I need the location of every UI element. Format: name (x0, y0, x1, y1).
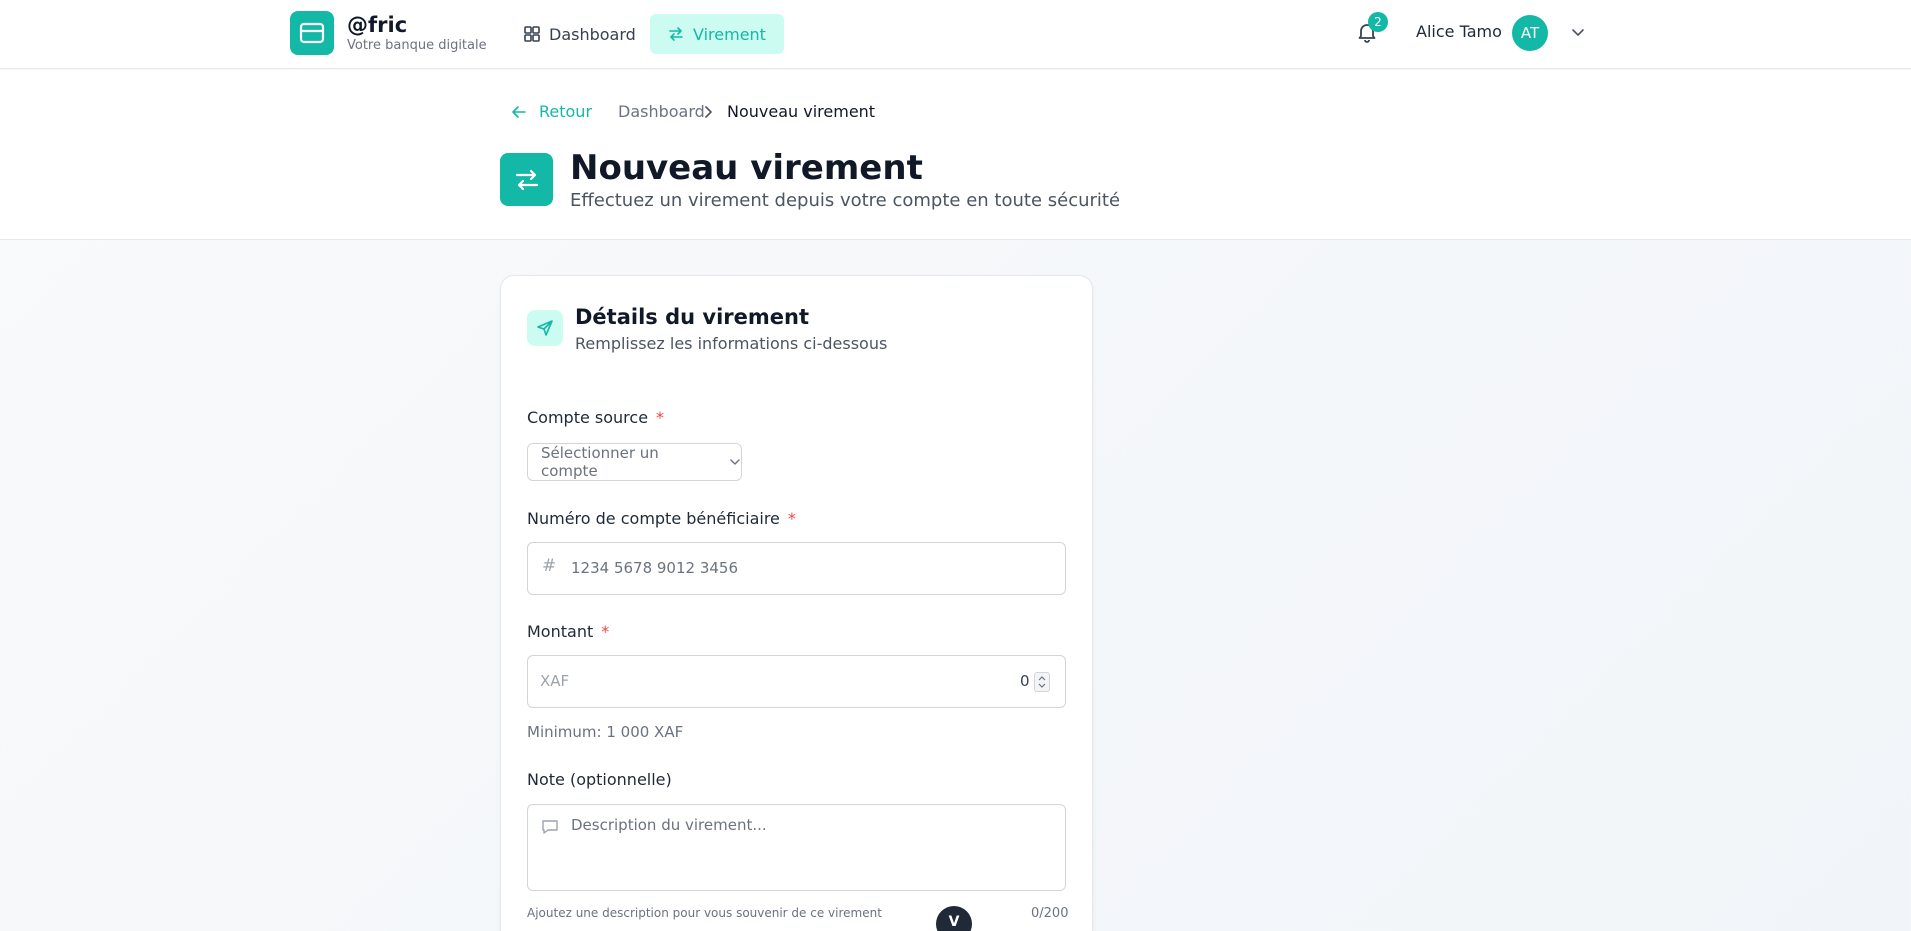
hash-icon: # (542, 556, 557, 576)
chevron-down-icon (1038, 683, 1046, 688)
amount-label-text: Montant (527, 622, 594, 641)
beneficiary-account-label: Numéro de compte bénéficiaire * (527, 509, 796, 528)
bank-card-logo-icon[interactable] (290, 11, 334, 55)
comment-icon (542, 820, 558, 834)
beneficiary-account-label-text: Numéro de compte bénéficiaire (527, 509, 780, 528)
note-label: Note (optionnelle) (527, 770, 672, 789)
form-title: Détails du virement (575, 305, 809, 329)
transfer-icon (500, 153, 553, 206)
page-subtitle: Effectuez un virement depuis votre compt… (570, 190, 1121, 211)
currency-prefix: XAF (540, 672, 570, 690)
source-account-label-text: Compte source (527, 408, 649, 427)
source-account-label: Compte source * (527, 408, 664, 427)
amount-stepper[interactable] (1034, 672, 1050, 692)
arrow-left-icon (512, 105, 526, 118)
amount-input[interactable] (527, 655, 1066, 708)
brand-tagline: Votre banque digitale (347, 38, 487, 53)
top-navbar (0, 0, 1911, 69)
back-link[interactable]: Retour (511, 102, 592, 121)
grid-icon (524, 26, 540, 42)
source-account-select[interactable]: Sélectionner un compte (527, 443, 742, 481)
amount-label: Montant * (527, 622, 609, 641)
note-placeholder: Description du virement... (571, 816, 767, 834)
nav-dashboard-label: Dashboard (549, 24, 636, 44)
required-mark: * (787, 509, 796, 528)
nav-dashboard-link[interactable]: Dashboard (506, 14, 654, 54)
note-char-counter: 0/200 (1031, 906, 1069, 921)
brand-name: @fric (347, 13, 408, 37)
chevron-right-icon (705, 106, 712, 118)
transfer-icon (669, 27, 683, 41)
chevron-down-icon (730, 459, 740, 465)
back-label: Retour (539, 102, 593, 121)
amount-value: 0 (1020, 672, 1030, 690)
notification-badge: 2 (1368, 12, 1388, 32)
source-account-placeholder: Sélectionner un compte (541, 444, 659, 480)
avatar[interactable]: AT (1512, 15, 1548, 51)
note-helper: Ajoutez une description pour vous souven… (527, 906, 882, 920)
form-subtitle: Remplissez les informations ci-dessous (575, 334, 888, 353)
page-title: Nouveau virement (570, 148, 923, 188)
chevron-up-icon (1038, 676, 1046, 681)
nav-virement-label: Virement (693, 24, 766, 44)
chevron-down-icon[interactable] (1570, 24, 1586, 40)
send-icon (527, 310, 563, 346)
page-header (0, 70, 1911, 240)
breadcrumb-current: Nouveau virement (727, 102, 876, 121)
breadcrumb-dashboard[interactable]: Dashboard (618, 102, 705, 121)
beneficiary-account-placeholder: 1234 5678 9012 3456 (571, 559, 738, 577)
nav-virement-link[interactable]: Virement (650, 14, 784, 54)
required-mark: * (601, 622, 610, 641)
user-name[interactable]: Alice Tamo (1416, 22, 1502, 41)
amount-helper: Minimum: 1 000 XAF (527, 723, 684, 741)
required-mark: * (656, 408, 665, 427)
